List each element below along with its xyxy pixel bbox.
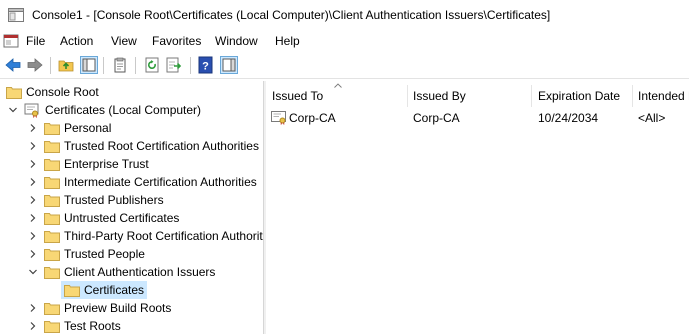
chevron-right-icon[interactable]	[28, 321, 38, 331]
folder-icon	[6, 87, 22, 99]
show-hide-action-pane-icon[interactable]	[220, 56, 238, 74]
results-list: Issued To Issued By Expiration Date Inte…	[266, 81, 689, 334]
tree-item-label: Preview Build Roots	[64, 301, 172, 315]
show-hide-tree-icon[interactable]	[80, 56, 98, 74]
menu-window[interactable]: Window	[215, 34, 258, 48]
folder-icon	[44, 177, 60, 189]
properties-icon[interactable]	[111, 56, 129, 74]
chevron-right-icon[interactable]	[28, 213, 38, 223]
tree-item-client-auth-issuers[interactable]: Client Authentication Issuers	[0, 263, 263, 281]
tree-item-label: Client Authentication Issuers	[64, 265, 216, 279]
folder-icon	[44, 123, 60, 135]
help-icon[interactable]: ?	[197, 56, 215, 74]
menu-bar: File Action View Favorites Window Help	[0, 31, 689, 51]
mmc-app-icon	[8, 8, 24, 22]
menu-view[interactable]: View	[111, 34, 137, 48]
menu-help[interactable]: Help	[275, 34, 300, 48]
toolbar: ?	[0, 53, 689, 79]
folder-icon	[44, 231, 60, 243]
folder-icon	[44, 213, 60, 225]
tree-item-label: Trusted Root Certification Authorities	[64, 139, 259, 153]
chevron-right-icon[interactable]	[28, 231, 38, 241]
tree-item-label: Trusted Publishers	[64, 193, 164, 207]
chevron-right-icon[interactable]	[28, 123, 38, 133]
menu-file[interactable]: File	[26, 34, 45, 48]
chevron-right-icon[interactable]	[28, 249, 38, 259]
folder-open-icon	[44, 267, 60, 279]
chevron-right-icon[interactable]	[28, 141, 38, 151]
tree-item-label: Trusted People	[64, 247, 145, 261]
column-label: Issued To	[272, 89, 324, 103]
tree-item-untrusted[interactable]: Untrusted Certificates	[0, 209, 263, 227]
menu-favorites[interactable]: Favorites	[152, 34, 201, 48]
cell-intended-purposes: <All>	[638, 111, 666, 125]
toolbar-separator	[103, 57, 104, 74]
menu-action[interactable]: Action	[60, 34, 93, 48]
folder-icon	[44, 303, 60, 315]
tree-item-label: Certificates (Local Computer)	[45, 103, 202, 117]
tree-item-intermediate[interactable]: Intermediate Certification Authorities	[0, 173, 263, 191]
tree-item-label: Untrusted Certificates	[64, 211, 180, 225]
sort-ascending-icon	[334, 83, 342, 88]
column-issued-to[interactable]: Issued To	[266, 81, 407, 108]
tree-item-certificates-selected[interactable]: Certificates	[0, 281, 263, 299]
chevron-down-icon[interactable]	[8, 105, 18, 115]
console-tree: Console Root Certificates (Local Compute…	[0, 81, 263, 334]
console-window-icon[interactable]	[3, 33, 19, 49]
cell-issued-by: Corp-CA	[413, 111, 460, 125]
window-title: Console1 - [Console Root\Certificates (L…	[32, 8, 551, 22]
list-header: Issued To Issued By Expiration Date Inte…	[266, 81, 689, 108]
column-expiration-date[interactable]: Expiration Date	[532, 81, 633, 108]
chevron-right-icon[interactable]	[28, 159, 38, 169]
column-intended-purposes[interactable]: Intended Purposes	[632, 81, 689, 108]
tree-item-third-party-root[interactable]: Third-Party Root Certification Authoriti…	[0, 227, 263, 245]
tree-item-label: Personal	[64, 121, 112, 135]
toolbar-separator	[50, 57, 51, 74]
folder-icon	[44, 159, 60, 171]
folder-icon	[44, 249, 60, 261]
chevron-down-icon[interactable]	[28, 267, 38, 277]
folder-icon	[44, 321, 60, 333]
title-bar: Console1 - [Console Root\Certificates (L…	[0, 0, 689, 30]
svg-text:?: ?	[202, 61, 209, 73]
tree-item-console-root[interactable]: Console Root	[0, 83, 263, 101]
export-list-icon[interactable]	[165, 56, 183, 74]
toolbar-separator	[190, 57, 191, 74]
folder-icon	[44, 141, 60, 153]
tree-item-label: Intermediate Certification Authorities	[64, 175, 257, 189]
certificates-snapin-icon	[24, 103, 39, 118]
column-issued-by[interactable]: Issued By	[407, 81, 532, 108]
forward-icon[interactable]	[26, 56, 44, 74]
tree-item-certificates-local-computer[interactable]: Certificates (Local Computer)	[0, 101, 263, 119]
column-label: Intended Purposes	[638, 89, 689, 103]
chevron-right-icon[interactable]	[28, 195, 38, 205]
tree-item-trusted-root[interactable]: Trusted Root Certification Authorities	[0, 137, 263, 155]
tree-item-preview-build-roots[interactable]: Preview Build Roots	[0, 299, 263, 317]
certificate-icon	[271, 111, 286, 125]
folder-icon	[44, 195, 60, 207]
tree-item-label: Third-Party Root Certification Authoriti…	[64, 229, 263, 243]
cell-expiration-date: 10/24/2034	[538, 111, 599, 125]
tree-item-trusted-people[interactable]: Trusted People	[0, 245, 263, 263]
tree-item-personal[interactable]: Personal	[0, 119, 263, 137]
chevron-right-icon[interactable]	[28, 303, 38, 313]
table-row[interactable]: Corp-CA Corp-CA 10/24/2034 <All>	[266, 108, 689, 128]
tree-item-trusted-publishers[interactable]: Trusted Publishers	[0, 191, 263, 209]
column-label: Issued By	[413, 89, 466, 103]
tree-item-label: Console Root	[26, 85, 99, 99]
tree-item-enterprise-trust[interactable]: Enterprise Trust	[0, 155, 263, 173]
tree-item-label: Test Roots	[64, 319, 121, 333]
chevron-right-icon[interactable]	[28, 177, 38, 187]
tree-item-label: Enterprise Trust	[64, 157, 149, 171]
back-icon[interactable]	[4, 56, 22, 74]
folder-icon	[64, 285, 80, 297]
tree-item-test-roots[interactable]: Test Roots	[0, 317, 263, 334]
toolbar-separator	[135, 57, 136, 74]
refresh-icon[interactable]	[143, 56, 161, 74]
tree-item-label: Certificates	[84, 283, 145, 297]
column-label: Expiration Date	[538, 89, 621, 103]
cell-issued-to: Corp-CA	[289, 111, 336, 125]
up-folder-icon[interactable]	[57, 56, 75, 74]
